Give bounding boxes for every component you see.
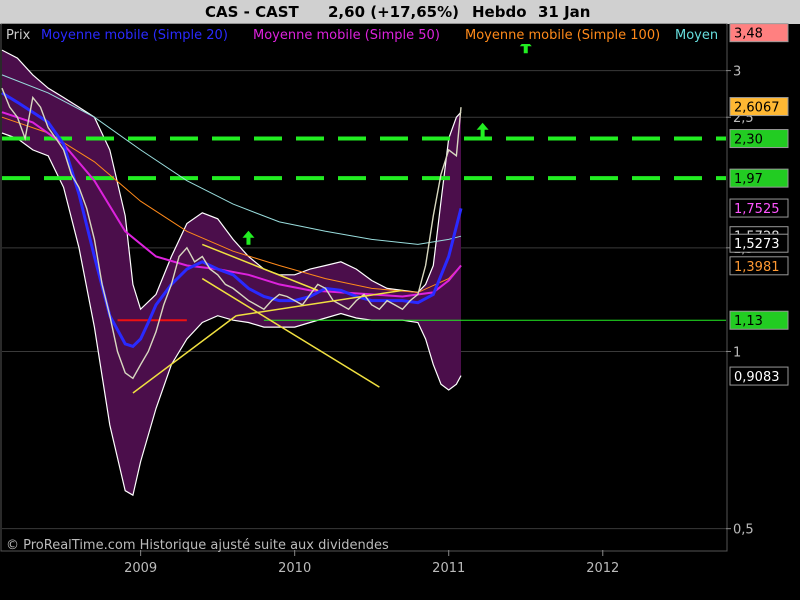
x-tick-label: 2012 bbox=[586, 561, 619, 576]
price-label: 1,7525 bbox=[729, 198, 789, 218]
y-tick-label: 3 bbox=[733, 65, 741, 80]
price-label: 0,9083 bbox=[729, 366, 789, 386]
price-label-text: 1,5273 bbox=[734, 237, 780, 252]
price-label-text: 1,7525 bbox=[734, 202, 780, 217]
x-tick-label: 2011 bbox=[432, 561, 465, 576]
x-tick-label: 2010 bbox=[278, 561, 311, 576]
y-tick-label: 1 bbox=[733, 345, 741, 360]
price-label-text: 1,13 bbox=[734, 314, 763, 329]
price-label: 1,13 bbox=[729, 310, 789, 330]
y-tick-label: 0,5 bbox=[733, 523, 754, 538]
price-label-text: 1,97 bbox=[734, 172, 763, 187]
legend: Prix Moyenne mobile (Simple 20) Moyenne mo… bbox=[6, 28, 718, 43]
price-label-text: 3,48 bbox=[734, 27, 763, 42]
price-label: 1,3981 bbox=[729, 256, 789, 276]
price-chart: 0,511,52,53 2009201020112012 3,482,60672… bbox=[0, 23, 800, 600]
price-label-text: 0,9083 bbox=[734, 370, 780, 385]
price-label: 2,6067 bbox=[729, 97, 789, 117]
copyright-note: © ProRealTime.com Historique ajusté suit… bbox=[6, 538, 389, 553]
legend-item: Moyen bbox=[675, 28, 718, 43]
legend-item: Prix bbox=[6, 28, 31, 43]
x-tick-label: 2009 bbox=[124, 561, 157, 576]
price-label-text: 2,30 bbox=[734, 133, 763, 148]
price-label: 2,30 bbox=[729, 129, 789, 149]
price-label-text: 2,6067 bbox=[734, 101, 780, 116]
legend-item: Moyenne mobile (Simple 50) bbox=[253, 28, 440, 43]
price-label: 1,5273 bbox=[729, 233, 789, 253]
price-label: 1,97 bbox=[729, 168, 789, 188]
price-label: 3,48 bbox=[729, 23, 789, 43]
price-label-text: 1,3981 bbox=[734, 260, 780, 275]
legend-item: Moyenne mobile (Simple 20) bbox=[41, 28, 228, 43]
legend-item: Moyenne mobile (Simple 100) bbox=[465, 28, 660, 43]
